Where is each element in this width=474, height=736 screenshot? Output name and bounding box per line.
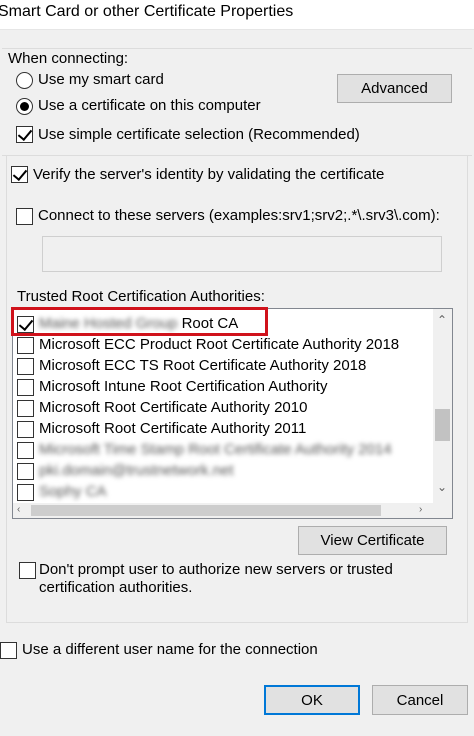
window-title: Smart Card or other Certificate Properti…	[0, 3, 294, 20]
scrollbar-corner	[433, 503, 452, 518]
list-item-label-visible: Root CA	[181, 315, 239, 332]
list-item-label: Maine Hosted Group Root CA	[39, 315, 238, 332]
use-smart-card-radio[interactable]	[16, 72, 33, 89]
certificate-properties-dialog: Smart Card or other Certificate Properti…	[0, 0, 474, 736]
list-item-checkbox[interactable]	[17, 379, 34, 396]
connect-to-servers-label[interactable]: Connect to these servers (examples:srv1;…	[38, 207, 440, 224]
advanced-button[interactable]: Advanced	[337, 74, 452, 103]
list-item-label: Microsoft Root Certificate Authority 201…	[39, 399, 308, 416]
list-item[interactable]: pki.domain@trustnetwork.net	[13, 461, 423, 482]
list-item-checkbox[interactable]	[17, 442, 34, 459]
list-item-label: Microsoft ECC TS Root Certificate Author…	[39, 357, 367, 374]
list-item-checkbox[interactable]	[17, 337, 34, 354]
divider	[2, 155, 472, 156]
list-item-checkbox[interactable]	[17, 400, 34, 417]
view-certificate-button[interactable]: View Certificate	[298, 526, 447, 555]
dont-prompt-checkbox[interactable]	[19, 562, 36, 579]
vertical-scrollbar[interactable]: ⌃ ⌄	[433, 309, 452, 505]
list-item[interactable]: Sophy CA	[13, 482, 423, 503]
list-item-label: Microsoft Root Certificate Authority 201…	[39, 420, 307, 437]
list-item-checkbox[interactable]	[17, 358, 34, 375]
use-certificate-label[interactable]: Use a certificate on this computer	[38, 97, 261, 114]
verify-server-label[interactable]: Verify the server's identity by validati…	[33, 166, 384, 183]
chevron-left-icon[interactable]: ‹	[17, 504, 20, 516]
list-item[interactable]: Microsoft ECC Product Root Certificate A…	[13, 335, 423, 356]
list-item[interactable]: Microsoft Intune Root Certification Auth…	[13, 377, 423, 398]
simple-selection-checkbox[interactable]	[16, 126, 33, 143]
divider	[6, 622, 468, 623]
list-item-label: Microsoft ECC Product Root Certificate A…	[39, 336, 400, 353]
divider	[6, 155, 7, 623]
divider	[467, 155, 468, 623]
different-user-label[interactable]: Use a different user name for the connec…	[22, 641, 318, 658]
list-item[interactable]: Microsoft Root Certificate Authority 201…	[13, 398, 423, 419]
title-bar: Smart Card or other Certificate Properti…	[0, 0, 474, 30]
trusted-root-label: Trusted Root Certification Authorities:	[17, 288, 265, 305]
list-item[interactable]: Microsoft ECC TS Root Certificate Author…	[13, 356, 423, 377]
list-item-checkbox[interactable]	[17, 463, 34, 480]
different-user-checkbox[interactable]	[0, 642, 17, 659]
list-item-checkbox[interactable]	[17, 421, 34, 438]
trusted-root-list[interactable]: Maine Hosted Group Root CA Microsoft ECC…	[12, 308, 453, 519]
use-certificate-radio[interactable]	[16, 98, 33, 115]
redacted-text: Maine Hosted Group	[39, 315, 178, 332]
cancel-button[interactable]: Cancel	[372, 685, 468, 715]
chevron-down-icon[interactable]: ⌄	[437, 481, 447, 493]
divider	[2, 48, 472, 49]
list-item-label: Microsoft Intune Root Certification Auth…	[39, 378, 328, 395]
verify-server-checkbox[interactable]	[11, 166, 28, 183]
list-item-label: Sophy CA	[39, 483, 107, 500]
list-item-label: Microsoft Time Stamp Root Certificate Au…	[39, 441, 392, 458]
simple-selection-label[interactable]: Use simple certificate selection (Recomm…	[38, 126, 360, 143]
list-item[interactable]: Microsoft Time Stamp Root Certificate Au…	[13, 440, 423, 461]
list-item[interactable]: Microsoft Root Certificate Authority 201…	[13, 419, 423, 440]
ok-button[interactable]: OK	[264, 685, 360, 715]
horizontal-scrollbar[interactable]: ‹ ›	[13, 503, 435, 518]
use-smart-card-label[interactable]: Use my smart card	[38, 71, 164, 88]
horizontal-scroll-thumb[interactable]	[31, 505, 381, 516]
list-item-checkbox[interactable]	[17, 316, 34, 333]
list-item-label: pki.domain@trustnetwork.net	[39, 462, 234, 479]
connect-to-servers-checkbox[interactable]	[16, 208, 33, 225]
chevron-up-icon[interactable]: ⌃	[437, 314, 447, 326]
chevron-right-icon[interactable]: ›	[419, 504, 422, 516]
dont-prompt-label[interactable]: Don't prompt user to authorize new serve…	[39, 561, 459, 597]
vertical-scroll-thumb[interactable]	[435, 409, 450, 441]
list-item[interactable]: Maine Hosted Group Root CA	[13, 314, 423, 335]
when-connecting-label: When connecting:	[8, 50, 129, 67]
list-item-checkbox[interactable]	[17, 484, 34, 501]
servers-input[interactable]	[42, 236, 442, 272]
